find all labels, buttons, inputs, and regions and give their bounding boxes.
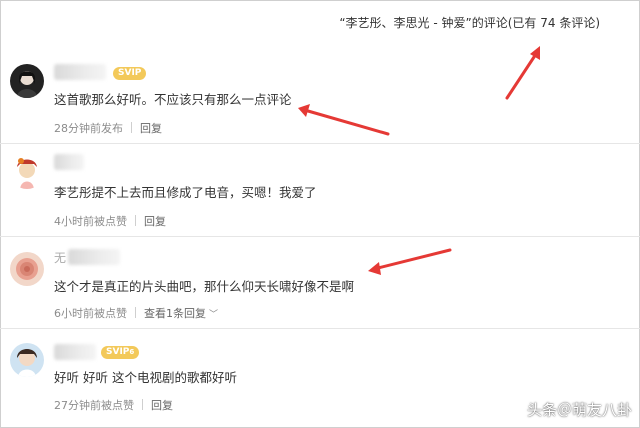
annotation-arrows [298, 46, 540, 275]
annotation-arrow [376, 248, 452, 270]
annotation-arrowhead [368, 262, 381, 275]
watermark: 头条＠萌友八卦 [526, 401, 632, 419]
annotation-arrow [505, 52, 538, 100]
annotation-arrow [306, 109, 390, 136]
